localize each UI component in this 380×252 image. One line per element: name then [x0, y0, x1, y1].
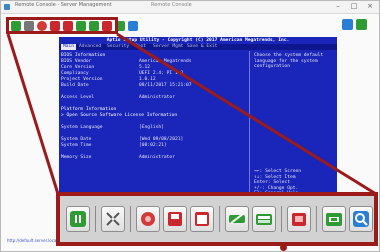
divider [281, 206, 282, 232]
divider [316, 206, 317, 232]
pointer-dot [280, 244, 287, 251]
fullscreen-icon[interactable] [101, 206, 125, 232]
divider [130, 206, 131, 232]
power-icon[interactable] [66, 206, 90, 232]
mouse-sync-icon[interactable] [225, 206, 249, 232]
zoom-icon[interactable] [349, 206, 373, 232]
record-icon[interactable] [136, 206, 160, 232]
keyboard-icon[interactable] [252, 206, 276, 232]
clipboard-icon[interactable] [190, 206, 214, 232]
save-icon[interactable] [163, 206, 187, 232]
divider [219, 206, 220, 232]
virtual-media-icon[interactable] [322, 206, 346, 232]
divider [95, 206, 96, 232]
toolbar-zoom-callout [56, 192, 378, 246]
print-icon[interactable] [287, 206, 311, 232]
